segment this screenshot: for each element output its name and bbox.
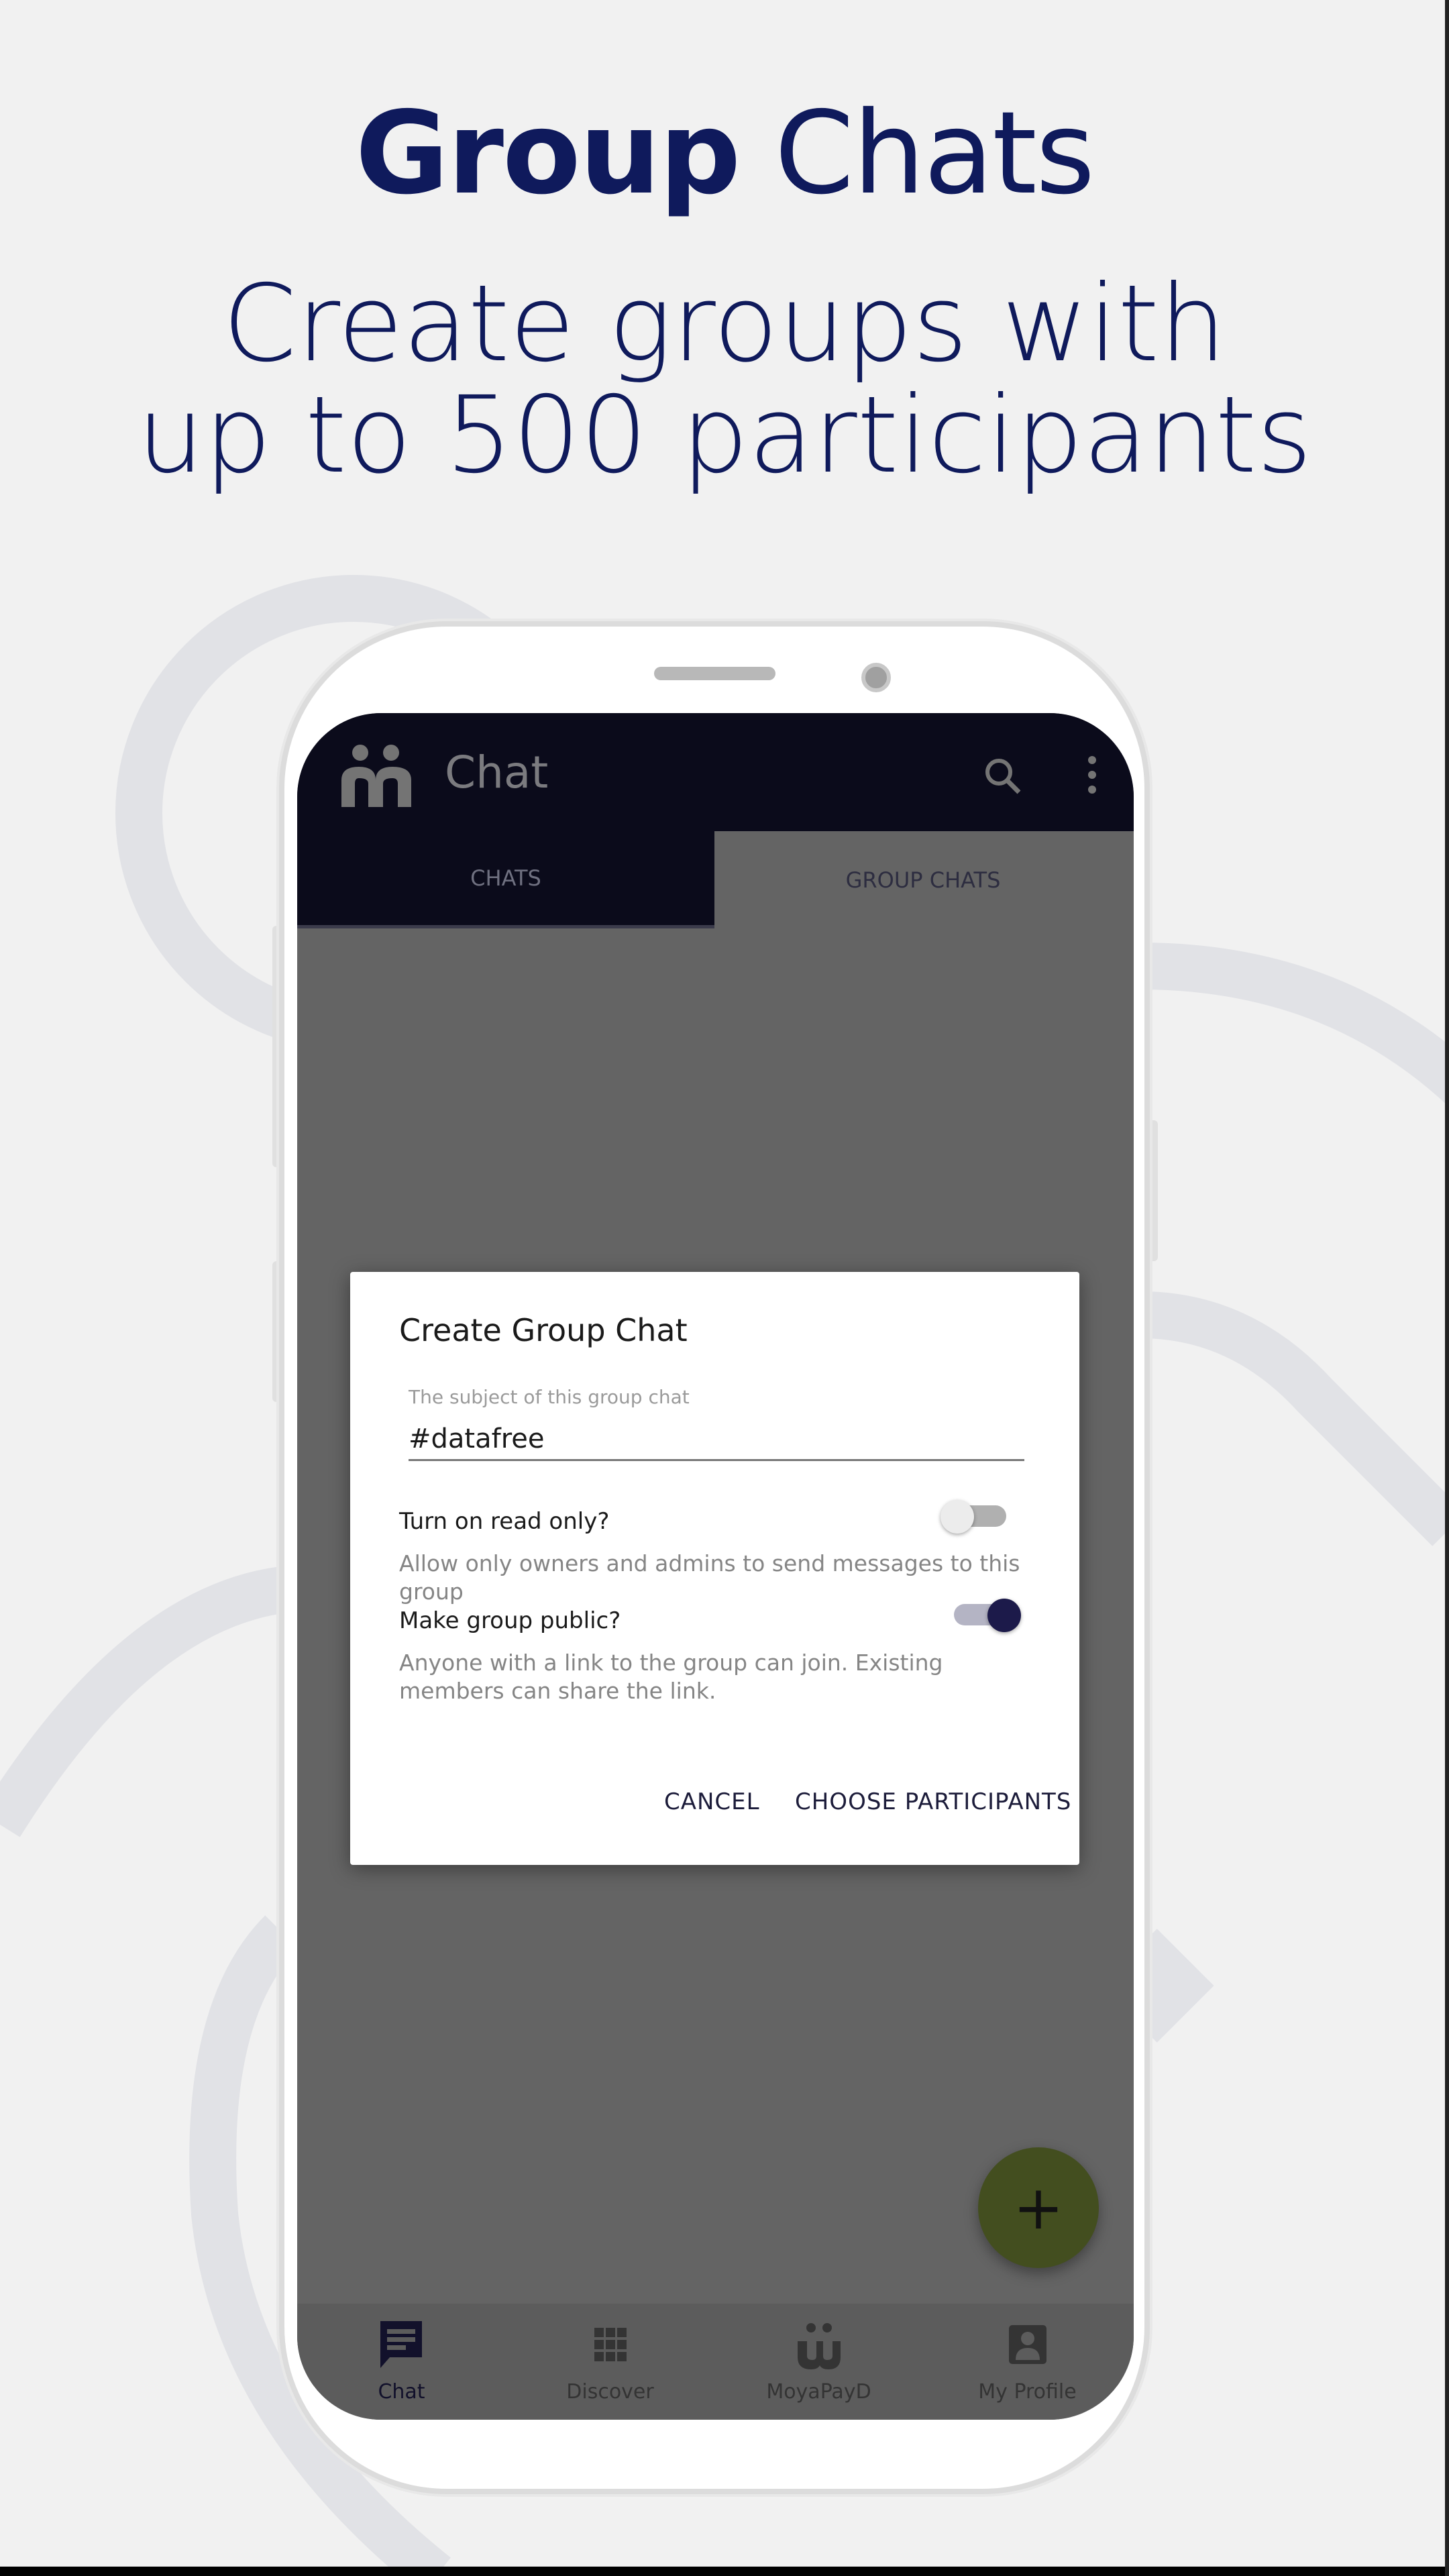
new-group-fab[interactable]: + (978, 2147, 1099, 2268)
subject-input[interactable]: #datafree (409, 1424, 1024, 1461)
create-group-dialog: Create Group Chat The subject of this gr… (350, 1272, 1079, 1865)
read-only-toggle[interactable] (941, 1500, 1008, 1534)
subtitle-line-2: up to 500 participants (137, 374, 1312, 497)
nav-label: Chat (378, 2380, 425, 2404)
app-title: Chat (445, 747, 549, 798)
title-light: Chats (774, 87, 1095, 220)
tab-label: GROUP CHATS (845, 867, 1001, 893)
tab-chats[interactable]: CHATS (297, 831, 714, 928)
nav-my-profile[interactable]: My Profile (923, 2304, 1132, 2420)
title-bold: Group (355, 87, 741, 220)
search-icon[interactable] (981, 755, 1024, 798)
profile-icon (1009, 2325, 1046, 2364)
read-only-description: Allow only owners and admins to send mes… (399, 1550, 1020, 1605)
subject-label: The subject of this group chat (409, 1386, 690, 1408)
chat-icon (380, 2321, 422, 2368)
phone-camera (861, 663, 891, 692)
plus-icon: + (1013, 2172, 1064, 2243)
public-toggle[interactable] (954, 1599, 1021, 1632)
nav-label: MoyaPayD (766, 2380, 871, 2404)
nav-discover[interactable]: Discover (506, 2304, 714, 2420)
choose-participants-button[interactable]: CHOOSE PARTICIPANTS (795, 1788, 1071, 1815)
moya-logo-icon (341, 745, 411, 807)
nav-label: My Profile (978, 2380, 1077, 2404)
phone-speaker (654, 667, 775, 680)
tab-group-chats[interactable]: GROUP CHATS (714, 831, 1132, 928)
phone-power-button (1148, 1120, 1158, 1261)
public-label: Make group public? (399, 1607, 621, 1634)
cancel-button[interactable]: CANCEL (664, 1788, 760, 1815)
more-options-icon[interactable] (1082, 753, 1102, 796)
bottom-nav: Chat Discover MoyaPayD My Profile (297, 2304, 1134, 2420)
nav-chat[interactable]: Chat (297, 2304, 506, 2420)
grid-icon (594, 2328, 627, 2361)
subtitle-line-1: Create groups with (222, 262, 1227, 386)
tab-label: CHATS (470, 865, 541, 891)
read-only-label: Turn on read only? (399, 1508, 610, 1535)
dialog-title: Create Group Chat (399, 1312, 688, 1348)
nav-label: Discover (566, 2380, 654, 2404)
app-bar: Chat (297, 713, 1134, 831)
public-description: Anyone with a link to the group can join… (399, 1650, 943, 1704)
nav-moyapayd[interactable]: MoyaPayD (714, 2304, 923, 2420)
page-subtitle: Create groups with up to 500 participant… (0, 268, 1449, 491)
moya-icon (798, 2323, 841, 2369)
page-title: Group Chats (0, 87, 1449, 220)
